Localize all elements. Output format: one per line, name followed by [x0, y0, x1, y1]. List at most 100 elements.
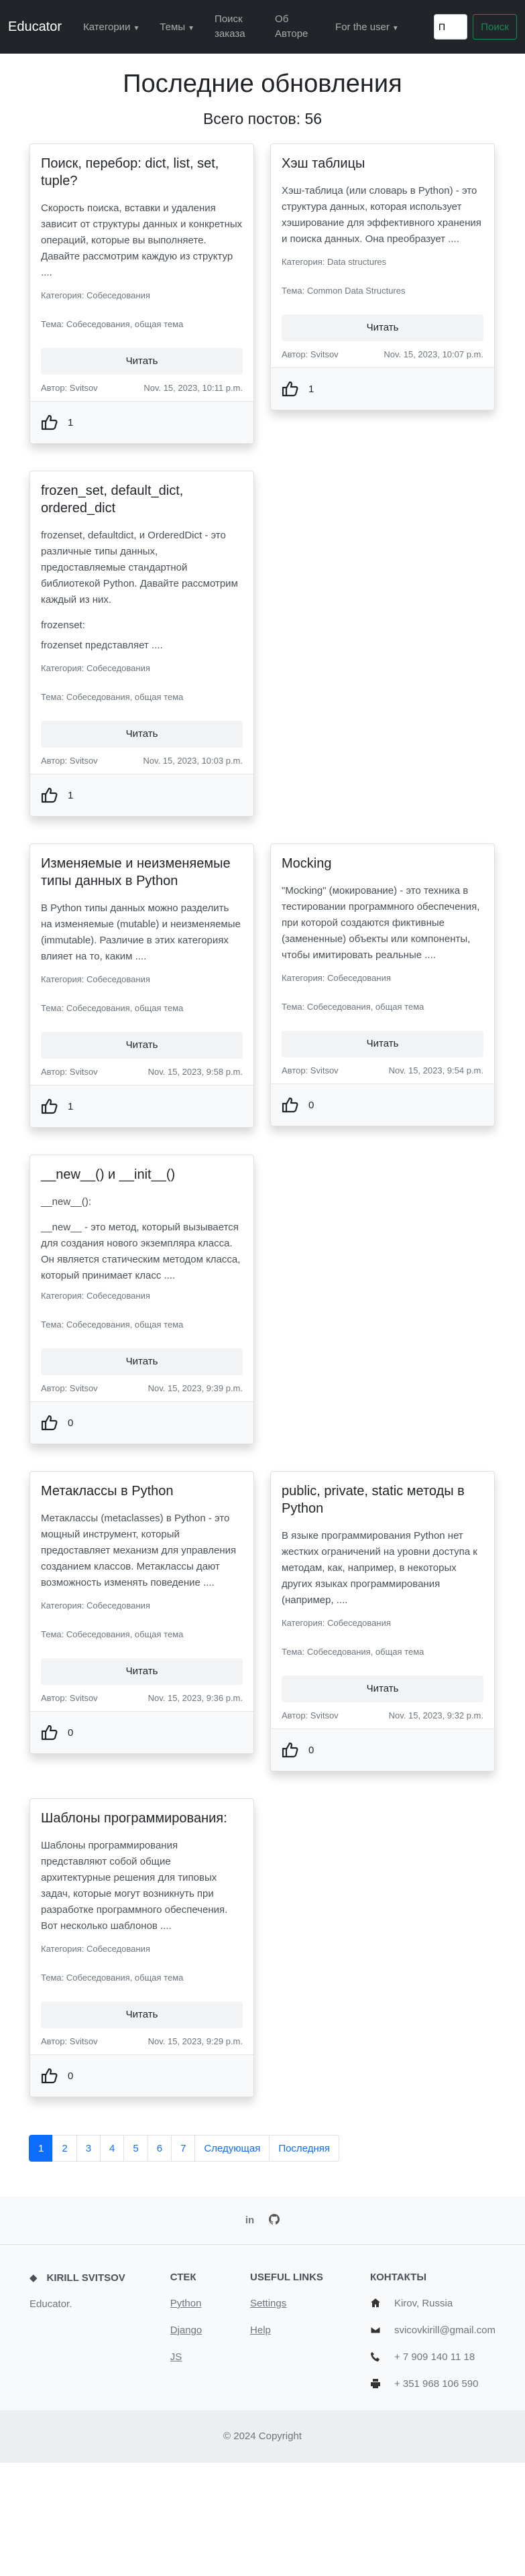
read-button[interactable]: Читать	[41, 1032, 243, 1059]
thumbs-up-icon[interactable]	[41, 2068, 58, 2084]
thumbs-up-icon[interactable]	[282, 381, 299, 397]
page-link-next[interactable]: Следующая	[194, 2135, 270, 2162]
nav-categories-dropdown[interactable]: Категории ▼	[83, 21, 139, 33]
footer-link-help[interactable]: Help	[250, 2325, 370, 2351]
contact-fax: + 351 968 106 590	[370, 2378, 495, 2405]
post-excerpt: frozenset, defaultdict, и OrderedDict - …	[41, 530, 238, 605]
post-title[interactable]: Шаблоны программирования:	[41, 1810, 243, 1827]
post-topic[interactable]: Тема: Common Data Structures	[282, 286, 483, 296]
thumbs-up-icon[interactable]	[41, 1098, 58, 1114]
post-title[interactable]: frozen_set, default_dict, ordered_dict	[41, 482, 243, 517]
post-category[interactable]: Категория: Data structures	[282, 257, 483, 267]
post-footer: Автор: Svitsov Nov. 15, 2023, 10:03 p.m.	[30, 748, 253, 774]
page-link-2[interactable]: 2	[52, 2135, 77, 2162]
post-title[interactable]: Изменяемые и неизменяемые типы данных в …	[41, 855, 243, 890]
footer-link-js[interactable]: JS	[170, 2351, 250, 2378]
contact-fax-text: + 351 968 106 590	[394, 2378, 479, 2390]
thumbs-up-icon[interactable]	[41, 1724, 58, 1741]
nav-for-user-dropdown[interactable]: For the user ▼	[335, 21, 399, 33]
envelope-icon	[370, 2326, 381, 2334]
post-author: Автор: Svitsov	[41, 1693, 98, 1703]
page-link-7[interactable]: 7	[171, 2135, 196, 2162]
post-topic[interactable]: Тема: Собеседования, общая тема	[41, 1320, 243, 1330]
printer-icon	[370, 2379, 380, 2388]
search-input[interactable]	[434, 14, 467, 40]
post-likes: 1	[30, 774, 253, 816]
footer-stack-column: СТЕК Python Django JS	[170, 2272, 250, 2405]
page-link-6[interactable]: 6	[147, 2135, 172, 2162]
post-author: Автор: Svitsov	[41, 383, 98, 393]
post-topic[interactable]: Тема: Собеседования, общая тема	[41, 692, 243, 702]
post-excerpt: В Python типы данных можно разделить на …	[41, 902, 241, 962]
footer-useful-column: USEFUL LINKS Settings Help	[250, 2272, 370, 2405]
page-link-3[interactable]: 3	[76, 2135, 101, 2162]
post-title[interactable]: Метаклассы в Python	[41, 1482, 243, 1500]
nav-about-link[interactable]: Об Авторе	[275, 12, 319, 42]
footer-columns: ◆ KIRILL SVITSOV Educator. СТЕК Python Dj…	[0, 2245, 525, 2410]
search-button[interactable]: Поиск	[473, 14, 517, 40]
page-link-4[interactable]: 4	[100, 2135, 125, 2162]
copyright: © 2024 Copyright	[0, 2410, 525, 2463]
thumbs-up-icon[interactable]	[282, 1742, 299, 1758]
github-icon[interactable]	[269, 2213, 280, 2227]
gem-icon: ◆	[30, 2272, 38, 2284]
post-category[interactable]: Категория: Собеседования	[41, 1944, 243, 1954]
post-category[interactable]: Категория: Собеседования	[41, 290, 243, 300]
read-button[interactable]: Читать	[41, 1658, 243, 1685]
like-count: 1	[308, 383, 314, 395]
post-topic[interactable]: Тема: Собеседования, общая тема	[282, 1647, 483, 1657]
post-date: Nov. 15, 2023, 9:39 p.m.	[148, 1383, 243, 1393]
post-card: Изменяемые и неизменяемые типы данных в …	[30, 843, 254, 1128]
page-link-1[interactable]: 1	[29, 2135, 54, 2162]
pagination: 1 2 3 4 5 6 7 Следующая Последняя	[0, 2135, 525, 2162]
footer: in ◆ KIRILL SVITSOV Educator. СТЕК Python…	[0, 2197, 525, 2463]
thumbs-up-icon[interactable]	[41, 787, 58, 803]
post-excerpt-extra: frozenset представляет ....	[41, 640, 163, 651]
nav-topics-label: Темы	[160, 21, 186, 33]
post-author: Автор: Svitsov	[41, 2036, 98, 2046]
post-title[interactable]: Mocking	[282, 855, 483, 872]
footer-link-settings[interactable]: Settings	[250, 2298, 370, 2325]
footer-stack-title: СТЕК	[170, 2272, 196, 2283]
post-title[interactable]: Поиск, перебор: dict, list, set, tuple?	[41, 155, 243, 190]
contact-email-text[interactable]: svicovkirill@gmail.com	[394, 2325, 495, 2336]
thumbs-up-icon[interactable]	[41, 414, 58, 430]
post-topic[interactable]: Тема: Собеседования, общая тема	[41, 1629, 243, 1639]
like-count: 0	[68, 1417, 74, 1429]
nav-topics-dropdown[interactable]: Темы ▼	[160, 21, 194, 33]
post-category[interactable]: Категория: Собеседования	[41, 1291, 243, 1301]
post-card: public, private, static методы в Python В…	[270, 1471, 495, 1771]
nav-search-orders-link[interactable]: Поиск заказа	[215, 12, 259, 42]
thumbs-up-icon[interactable]	[41, 1415, 58, 1431]
read-button[interactable]: Читать	[41, 348, 243, 375]
post-topic[interactable]: Тема: Собеседования, общая тема	[41, 1973, 243, 1983]
post-category[interactable]: Категория: Собеседования	[282, 1618, 483, 1628]
page-link-5[interactable]: 5	[123, 2135, 148, 2162]
footer-link-django[interactable]: Django	[170, 2325, 250, 2351]
linkedin-icon[interactable]: in	[245, 2215, 254, 2226]
post-title[interactable]: __new__() и __init__()	[41, 1166, 243, 1183]
thumbs-up-icon[interactable]	[282, 1097, 299, 1113]
footer-link-python[interactable]: Python	[170, 2298, 250, 2325]
read-button[interactable]: Читать	[41, 1348, 243, 1375]
post-topic[interactable]: Тема: Собеседования, общая тема	[282, 1002, 483, 1012]
post-topic[interactable]: Тема: Собеседования, общая тема	[41, 319, 243, 329]
read-button[interactable]: Читать	[41, 721, 243, 748]
read-button[interactable]: Читать	[41, 2001, 243, 2028]
page-link-last[interactable]: Последняя	[269, 2135, 339, 2162]
post-category[interactable]: Категория: Собеседования	[41, 663, 243, 673]
post-category[interactable]: Категория: Собеседования	[41, 1600, 243, 1611]
post-topic[interactable]: Тема: Собеседования, общая тема	[41, 1003, 243, 1013]
post-title[interactable]: public, private, static методы в Python	[282, 1482, 483, 1517]
post-date: Nov. 15, 2023, 10:03 p.m.	[143, 756, 243, 766]
post-category[interactable]: Категория: Собеседования	[41, 974, 243, 984]
post-category[interactable]: Категория: Собеседования	[282, 973, 483, 983]
brand-logo[interactable]: Educator	[8, 19, 62, 35]
read-button[interactable]: Читать	[282, 1031, 483, 1057]
read-button[interactable]: Читать	[282, 1676, 483, 1702]
post-title[interactable]: Хэш таблицы	[282, 155, 483, 172]
post-excerpt-extra: frozenset:	[41, 620, 85, 631]
post-excerpt: Метаклассы (metaclasses) в Python - это …	[41, 1513, 237, 1588]
post-footer: Автор: Svitsov Nov. 15, 2023, 9:54 p.m.	[271, 1057, 494, 1084]
read-button[interactable]: Читать	[282, 314, 483, 341]
